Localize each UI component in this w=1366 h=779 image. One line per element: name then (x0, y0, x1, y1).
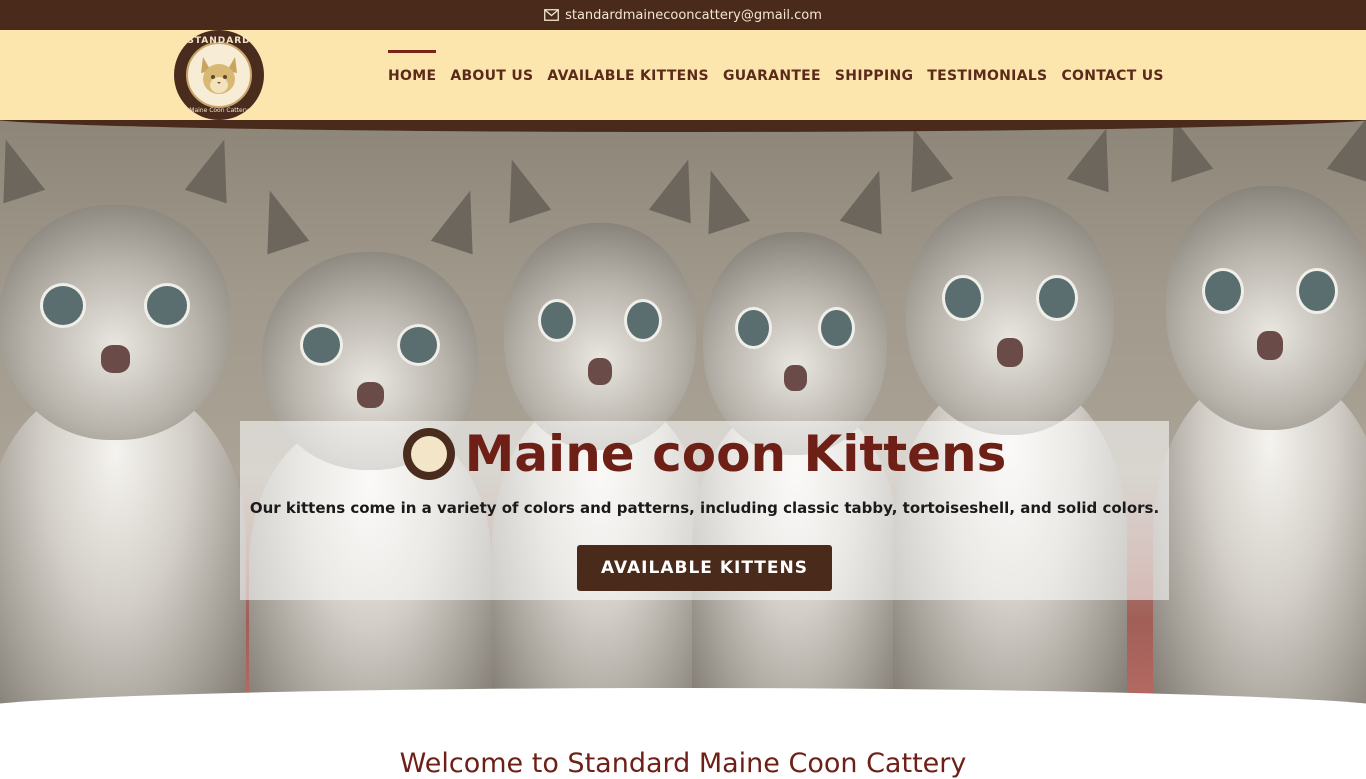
hero-title: Maine coon Kittens (464, 425, 1007, 483)
main-nav: HOME ABOUT US AVAILABLE KITTENS GUARANTE… (388, 30, 1178, 120)
nav-available-kittens[interactable]: AVAILABLE KITTENS (547, 66, 709, 84)
nav-guarantee[interactable]: GUARANTEE (723, 66, 821, 84)
email-link[interactable]: standardmainecooncattery@gmail.com (544, 8, 822, 23)
hero-description: Our kittens come in a variety of colors … (249, 499, 1160, 517)
hero-logo-icon (402, 428, 455, 480)
welcome-heading: Welcome to Standard Maine Coon Cattery (399, 748, 967, 779)
logo-top-text: STANDARD (187, 36, 251, 46)
hero-content-box: Maine coon Kittens Our kittens come in a… (240, 421, 1169, 600)
nav-home[interactable]: HOME (388, 50, 437, 84)
site-logo[interactable]: STANDARD Maine Coon Cattery (174, 30, 264, 120)
email-text: standardmainecooncattery@gmail.com (565, 7, 822, 23)
available-kittens-button[interactable]: AVAILABLE KITTENS (577, 545, 832, 591)
top-bar: standardmainecooncattery@gmail.com (0, 0, 1366, 30)
logo-cat-emblem (186, 42, 252, 108)
cat-face-icon (201, 57, 237, 94)
hero-section (0, 120, 1366, 708)
nav-about-us[interactable]: ABOUT US (450, 66, 533, 84)
site-header: STANDARD Maine Coon Cattery HOME ABOUT U… (0, 30, 1366, 120)
nav-shipping[interactable]: SHIPPING (835, 66, 913, 84)
hero-title-row: Maine coon Kittens (240, 425, 1169, 483)
kitten-1 (0, 132, 260, 708)
kitten-6 (1140, 120, 1366, 708)
logo-bottom-text: Maine Coon Cattery (189, 107, 249, 114)
nav-testimonials[interactable]: TESTIMONIALS (927, 66, 1047, 84)
nav-contact-us[interactable]: CONTACT US (1061, 66, 1163, 84)
envelope-icon (544, 9, 559, 21)
